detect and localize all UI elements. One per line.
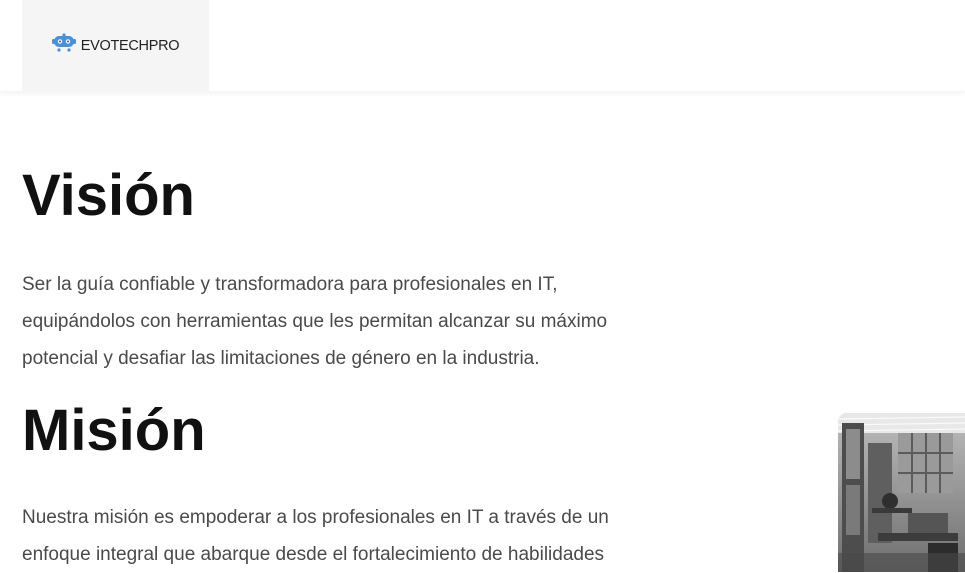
vision-heading: Visión: [22, 163, 195, 228]
logo-text: EVOTECHPRO: [80, 37, 180, 54]
robot-head-icon: [51, 33, 76, 58]
office-photo: [838, 413, 965, 572]
mision-paragraph: Nuestra misión es empoderar a los profes…: [22, 507, 609, 565]
logo-link[interactable]: EVOTECHPRO: [51, 33, 180, 58]
logo-container: EVOTECHPRO: [22, 0, 209, 91]
vision-paragraph: Ser la guía confiable y transformadora p…: [22, 274, 608, 369]
site-header: EVOTECHPRO: [0, 0, 965, 91]
mision-heading: Misión: [22, 398, 206, 463]
